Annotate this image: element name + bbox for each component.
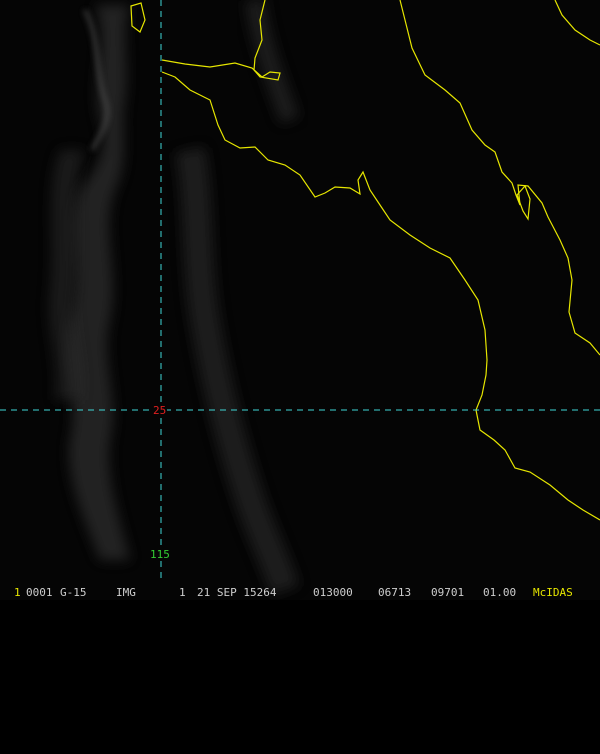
satellite-image-viewport[interactable]: 25 115 (0, 0, 600, 600)
software-label: McIDAS (533, 586, 573, 599)
latitude-label: 25 (152, 404, 168, 417)
image-element: 09701 (431, 586, 465, 599)
satellite-name: G-15 (60, 586, 87, 599)
image-type: IMG (116, 586, 136, 599)
image-status-bar: 1 0001 G-15 IMG 1 21 SEP 15264 013000 06… (0, 586, 600, 600)
island-guadalupe (130, 2, 146, 33)
image-time: 013000 (313, 586, 353, 599)
image-line: 06713 (378, 586, 412, 599)
image-resolution: 01.00 (483, 586, 517, 599)
coastline-mainland-mexico (399, 0, 600, 356)
longitude-label: 115 (149, 548, 171, 561)
cloud-field (48, 0, 300, 595)
sequence-number: 0001 (26, 586, 53, 599)
satellite-image-layer (0, 0, 600, 595)
image-date: 21 SEP 15264 (197, 586, 277, 599)
frame-number: 1 (14, 586, 21, 599)
band-number: 1 (179, 586, 186, 599)
coastline-upper-right (554, 0, 600, 46)
